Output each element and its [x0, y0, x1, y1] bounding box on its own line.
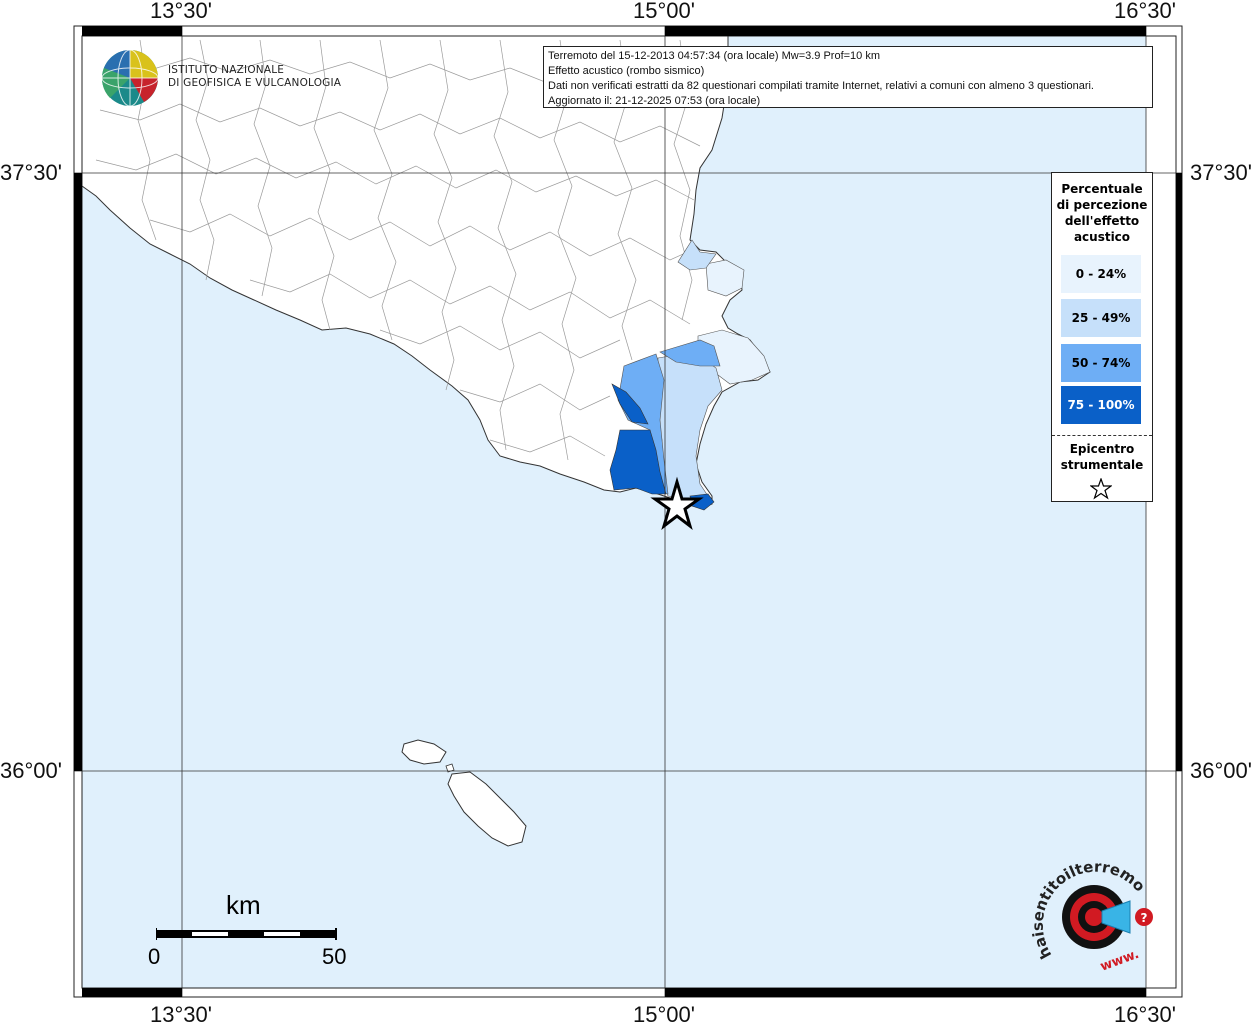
- lat-label-right-1: 37°30': [1190, 160, 1252, 185]
- legend-epicenter-label: Epicentro strumentale: [1052, 441, 1152, 473]
- scale-end: 50: [322, 944, 347, 969]
- scale-unit: km: [226, 890, 261, 920]
- lat-label-left-1: 37°30': [0, 160, 62, 185]
- scale-bar: km 0 50: [148, 888, 358, 969]
- hai-www: www.: [1098, 947, 1141, 975]
- ingv-name: ISTITUTO NAZIONALE DI GEOFISICA E VULCAN…: [168, 64, 341, 90]
- legend-title: Percentuale di percezione dell'effetto a…: [1052, 181, 1152, 245]
- legend: Percentuale di percezione dell'effetto a…: [1051, 172, 1153, 502]
- lon-label-bottom-1: 13°30': [150, 1002, 212, 1027]
- legend-epicenter-line: Epicentro: [1069, 442, 1135, 456]
- event-title: Terremoto del 15-12-2013 04:57:34 (ora l…: [548, 50, 881, 62]
- megaphone-target-icon: haisentitoilterremoto.it ? www.: [1030, 855, 1153, 975]
- legend-title-line: Percentuale: [1061, 182, 1143, 196]
- event-info-box: Terremoto del 15-12-2013 04:57:34 (ora l…: [543, 46, 1153, 108]
- scale-ruler: [156, 928, 337, 940]
- lat-label-right-2: 36°00': [1190, 758, 1252, 783]
- lon-label-top-3: 16°30': [1114, 0, 1176, 23]
- lon-label-top-2: 15°00': [633, 0, 695, 23]
- ingv-name-line1: ISTITUTO NAZIONALE: [168, 64, 285, 76]
- legend-title-line: acustico: [1073, 230, 1131, 244]
- legend-title-line: dell'effetto: [1064, 214, 1140, 228]
- event-data-note: Dati non verificati estratti da 82 quest…: [548, 80, 1094, 92]
- legend-class-75-100: 75 - 100%: [1061, 386, 1141, 424]
- lat-label-left-2: 36°00': [0, 758, 62, 783]
- lon-label-bottom-3: 16°30': [1114, 1002, 1176, 1027]
- scale-start: 0: [148, 944, 161, 969]
- legend-class-50-74: 50 - 74%: [1061, 344, 1141, 382]
- legend-class-0-24: 0 - 24%: [1061, 255, 1141, 293]
- lon-label-bottom-2: 15°00': [633, 1002, 695, 1027]
- event-updated: Aggiornato il: 21-12-2025 07:53 (ora loc…: [548, 95, 761, 107]
- ingv-name-line2: DI GEOFISICA E VULCANOLOGIA: [168, 77, 342, 89]
- legend-title-line: di percezione: [1056, 198, 1148, 212]
- legend-separator: [1052, 435, 1152, 436]
- hai-question: ?: [1141, 911, 1148, 925]
- lon-label-top-1: 13°30': [150, 0, 212, 23]
- legend-epicenter-line: strumentale: [1060, 458, 1144, 472]
- legend-class-25-49: 25 - 49%: [1061, 299, 1141, 337]
- legend-star-icon: [1090, 478, 1112, 500]
- event-effect: Effetto acustico (rombo sismico): [548, 65, 705, 77]
